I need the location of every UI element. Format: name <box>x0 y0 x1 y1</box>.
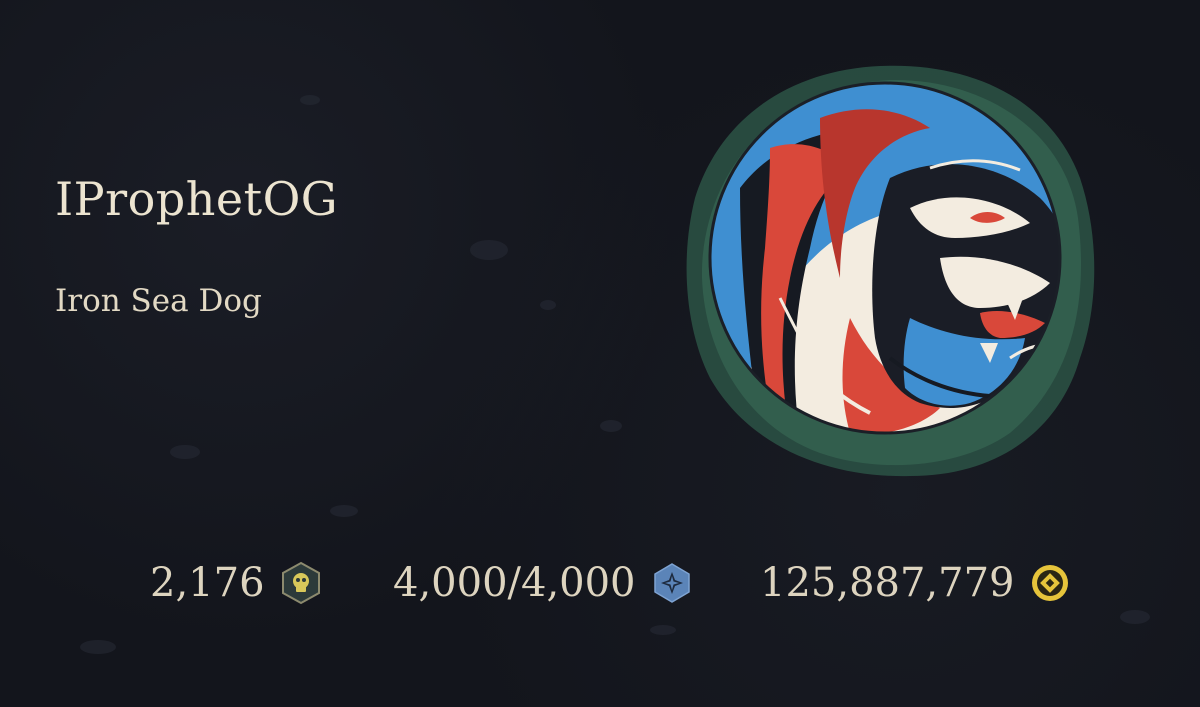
gold-stat: 125,887,779 <box>760 555 1072 611</box>
background-speck <box>470 240 508 260</box>
background-speck <box>540 300 556 310</box>
background-speck <box>80 640 116 654</box>
doubloons-value: 2,176 <box>150 560 265 606</box>
gold-coin-icon <box>1032 565 1069 601</box>
star-hexagon-icon <box>653 563 690 603</box>
ancient-coins-stat: 4,000/4,000 <box>393 555 694 611</box>
doubloons-stat: 2,176 <box>150 555 323 611</box>
background-speck <box>170 445 200 459</box>
background-speck <box>330 505 358 517</box>
gold-value: 125,887,779 <box>760 560 1015 606</box>
background-speck <box>650 625 676 635</box>
skull-hexagon-icon <box>281 561 320 605</box>
gamertag: IProphetOG <box>55 172 339 226</box>
background-speck <box>1120 610 1150 624</box>
ancient-coins-value: 4,000/4,000 <box>393 560 636 606</box>
player-title: Iron Sea Dog <box>55 283 262 319</box>
emblem[interactable] <box>680 58 1100 478</box>
background-speck <box>300 95 320 105</box>
roaring-lion-emblem-icon <box>686 65 1095 477</box>
profile-page: IProphetOG Iron Sea Dog 2,176 4,000/4,00… <box>0 0 1200 707</box>
background-speck <box>600 420 622 432</box>
